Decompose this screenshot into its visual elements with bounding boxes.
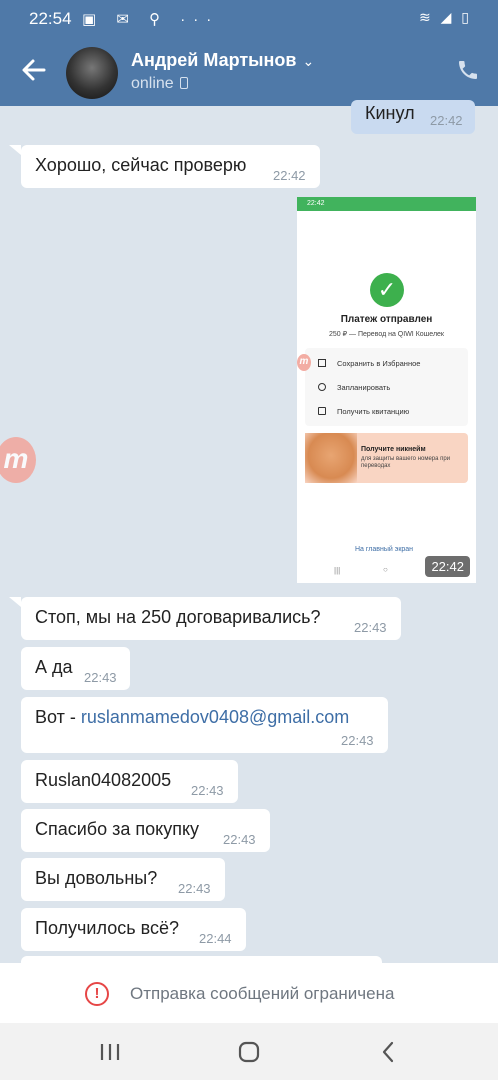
recents-icon[interactable] — [96, 1038, 124, 1066]
home-icon[interactable] — [235, 1038, 263, 1066]
promo-title: Получите никнейм — [361, 446, 426, 453]
screenshot-status-bar: 22:42 — [297, 197, 476, 211]
system-nav-bar — [0, 1023, 498, 1080]
promo-text: для защиты вашего номера при переводах — [361, 456, 451, 469]
message-incoming[interactable]: Вот - ruslanmamedov0408@gmail.com 22:43 — [21, 697, 388, 753]
bubble-tail — [9, 145, 21, 155]
image-message[interactable]: 22:42 ✓ Платеж отправлен 250 ₽ — Перевод… — [297, 197, 476, 583]
payment-subtitle: 250 ₽ — Перевод на QIWI Кошелек — [329, 331, 444, 338]
message-text: Стоп, мы на 250 договаривались? — [35, 607, 321, 627]
messaging-restricted-bar: ! Отправка сообщений ограничена — [0, 963, 498, 1023]
contact-name[interactable]: Андрей Мартынов ⌄ — [131, 50, 314, 71]
recents-icon: ||| — [334, 566, 341, 575]
home-icon: ○ — [383, 565, 388, 574]
home-link: На главный экран — [355, 546, 414, 553]
message-outgoing[interactable]: Кинул 22:42 — [351, 100, 475, 134]
message-text: Ruslan04082005 — [35, 770, 172, 790]
menu-item-save: Сохранить в Избранное — [337, 359, 421, 368]
message-time: 22:43 — [341, 733, 374, 748]
message-incoming[interactable]: Получилось всё? 22:44 — [21, 908, 246, 951]
menu-item-receipt: Получить квитанцию — [337, 407, 410, 416]
bubble-tail — [9, 597, 21, 607]
message-text: Хорошо, сейчас проверю — [35, 155, 247, 175]
checkmark-icon: ✓ — [370, 273, 404, 307]
status-time: 22:54 — [29, 9, 72, 28]
avatar[interactable] — [66, 47, 118, 99]
message-time: 22:43 — [223, 832, 256, 847]
status-bar: 22:54 ▣ ✉ ⚲ ··· ≋ ◢ ▯ — [0, 0, 498, 36]
notification-icons: ▣ ✉ ⚲ ··· — [82, 11, 220, 28]
watermark-logo-small: m — [297, 354, 311, 371]
message-text: Кинул — [365, 103, 415, 123]
watermark-logo: m — [0, 437, 36, 483]
message-time: 22:44 — [199, 931, 232, 946]
chat-header: 22:54 ▣ ✉ ⚲ ··· ≋ ◢ ▯ Андрей Мартынов ⌄ o… — [0, 0, 498, 106]
message-text: А да — [35, 657, 73, 677]
back-icon[interactable] — [375, 1038, 403, 1066]
signal-icons: ≋ ◢ ▯ — [419, 9, 472, 25]
menu-item-schedule: Запланировать — [337, 383, 391, 392]
message-text: Спасибо за покупку — [35, 819, 200, 839]
message-text: Вот - ruslanmamedov0408@gmail.com — [35, 707, 350, 727]
message-text: Вы довольны? — [35, 868, 158, 888]
promo-image — [305, 433, 357, 483]
restriction-text: Отправка сообщений ограничена — [130, 984, 395, 1003]
message-incoming[interactable]: Стоп, мы на 250 договаривались? 22:43 — [21, 597, 401, 640]
contact-status: online — [131, 75, 188, 93]
message-incoming[interactable]: Хорошо, сейчас проверю 22:42 — [21, 145, 320, 188]
message-text: Получилось всё? — [35, 918, 179, 938]
image-time: 22:42 — [425, 556, 470, 577]
clock-icon — [318, 383, 326, 391]
star-icon — [318, 359, 326, 367]
warning-icon: ! — [85, 982, 109, 1006]
receipt-icon — [318, 407, 326, 415]
message-incoming[interactable]: Спасибо за покупку 22:43 — [21, 809, 270, 852]
message-time: 22:43 — [84, 670, 117, 685]
mobile-icon — [179, 77, 188, 89]
payment-title: Платеж отправлен — [340, 314, 433, 325]
chevron-down-icon: ⌄ — [302, 53, 315, 69]
phone-call-icon[interactable] — [456, 58, 480, 82]
message-time: 22:43 — [354, 620, 387, 635]
message-incoming[interactable]: Вы довольны? 22:43 — [21, 858, 225, 901]
message-time: 22:43 — [191, 783, 224, 798]
email-link[interactable]: ruslanmamedov0408@gmail.com — [81, 707, 349, 727]
promo-banner: Получите никнейм для защиты вашего номер… — [305, 433, 468, 483]
payment-actions: Сохранить в Избранное Запланировать Полу… — [305, 348, 468, 426]
message-time: 22:42 — [273, 168, 306, 183]
message-incoming[interactable]: Ruslan04082005 22:43 — [21, 760, 238, 803]
back-arrow-icon[interactable] — [20, 56, 48, 84]
message-time: 22:43 — [178, 881, 211, 896]
message-incoming[interactable]: А да 22:43 — [21, 647, 130, 690]
message-time: 22:42 — [430, 113, 463, 128]
